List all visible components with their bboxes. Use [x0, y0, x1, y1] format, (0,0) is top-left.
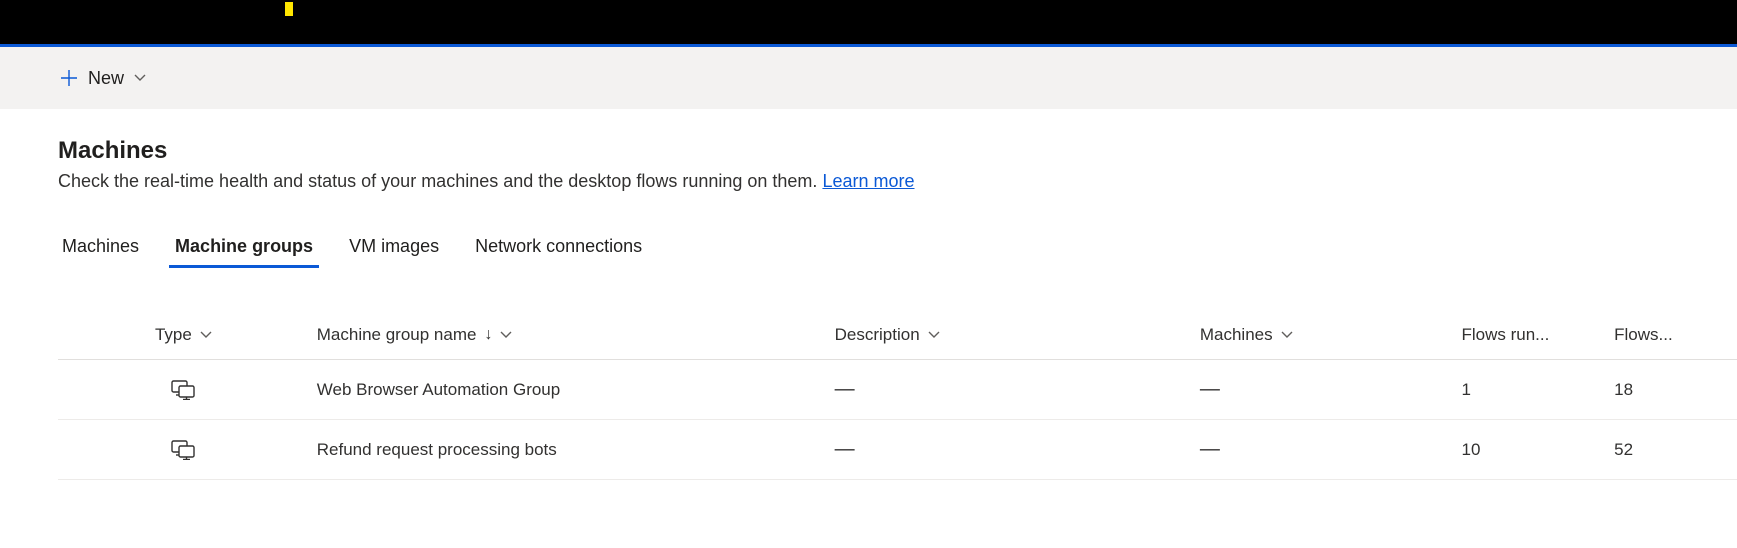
plus-icon	[60, 69, 78, 87]
machine-groups-table: Type Machine group name ↓	[58, 311, 1737, 480]
table-row[interactable]: Web Browser Automation Group — — 1 18	[58, 360, 1737, 420]
tab-vm-images[interactable]: VM images	[345, 232, 443, 267]
page-title: Machines	[58, 137, 1737, 165]
column-header-label: Machine group name	[317, 325, 477, 345]
new-button-label: New	[88, 68, 124, 89]
machine-group-icon	[66, 380, 301, 400]
chevron-down-icon	[200, 329, 212, 341]
cell-name: Web Browser Automation Group	[317, 380, 560, 399]
column-header-flows-running[interactable]: Flows run...	[1454, 311, 1607, 360]
tab-label: Machine groups	[175, 236, 313, 256]
column-header-label: Type	[155, 325, 192, 345]
tab-label: Network connections	[475, 236, 642, 256]
cell-machines: —	[1200, 378, 1220, 400]
tab-label: VM images	[349, 236, 439, 256]
learn-more-link[interactable]: Learn more	[822, 171, 914, 191]
chevron-down-icon	[1281, 329, 1293, 341]
cell-flows-running: 1	[1462, 380, 1471, 399]
column-header-flows-queued[interactable]: Flows...	[1606, 311, 1737, 360]
chevron-down-icon	[928, 329, 940, 341]
sort-arrow-icon: ↓	[484, 326, 492, 344]
column-header-label: Machines	[1200, 325, 1273, 345]
table-wrap: Type Machine group name ↓	[58, 311, 1737, 480]
column-header-label: Flows...	[1614, 325, 1673, 344]
yellow-marker	[285, 2, 293, 16]
column-header-description[interactable]: Description	[827, 311, 1192, 360]
page-description-text: Check the real-time health and status of…	[58, 171, 822, 191]
new-button[interactable]: New	[54, 64, 152, 93]
table-header-row: Type Machine group name ↓	[58, 311, 1737, 360]
cell-flows-queued: 18	[1614, 380, 1633, 399]
tab-machine-groups[interactable]: Machine groups	[171, 232, 317, 267]
column-header-type[interactable]: Type	[58, 311, 309, 360]
top-black-bar	[0, 0, 1737, 44]
cell-name: Refund request processing bots	[317, 440, 557, 459]
page-description: Check the real-time health and status of…	[58, 171, 1737, 192]
table-row[interactable]: Refund request processing bots — — 10 52	[58, 420, 1737, 480]
chevron-down-icon	[500, 329, 512, 341]
cell-flows-running: 10	[1462, 440, 1481, 459]
column-header-label: Flows run...	[1462, 325, 1550, 344]
page-body: Machines Check the real-time health and …	[0, 109, 1737, 480]
tab-label: Machines	[62, 236, 139, 256]
tab-network-connections[interactable]: Network connections	[471, 232, 646, 267]
cell-machines: —	[1200, 438, 1220, 460]
tab-machines[interactable]: Machines	[58, 232, 143, 267]
column-header-name[interactable]: Machine group name ↓	[309, 311, 827, 360]
cell-flows-queued: 52	[1614, 440, 1633, 459]
tabs: Machines Machine groups VM images Networ…	[58, 232, 1737, 267]
column-header-machines[interactable]: Machines	[1192, 311, 1454, 360]
command-bar: New	[0, 47, 1737, 109]
cell-description: —	[835, 378, 855, 400]
cell-description: —	[835, 438, 855, 460]
chevron-down-icon	[134, 72, 146, 84]
machine-group-icon	[66, 440, 301, 460]
column-header-label: Description	[835, 325, 920, 345]
